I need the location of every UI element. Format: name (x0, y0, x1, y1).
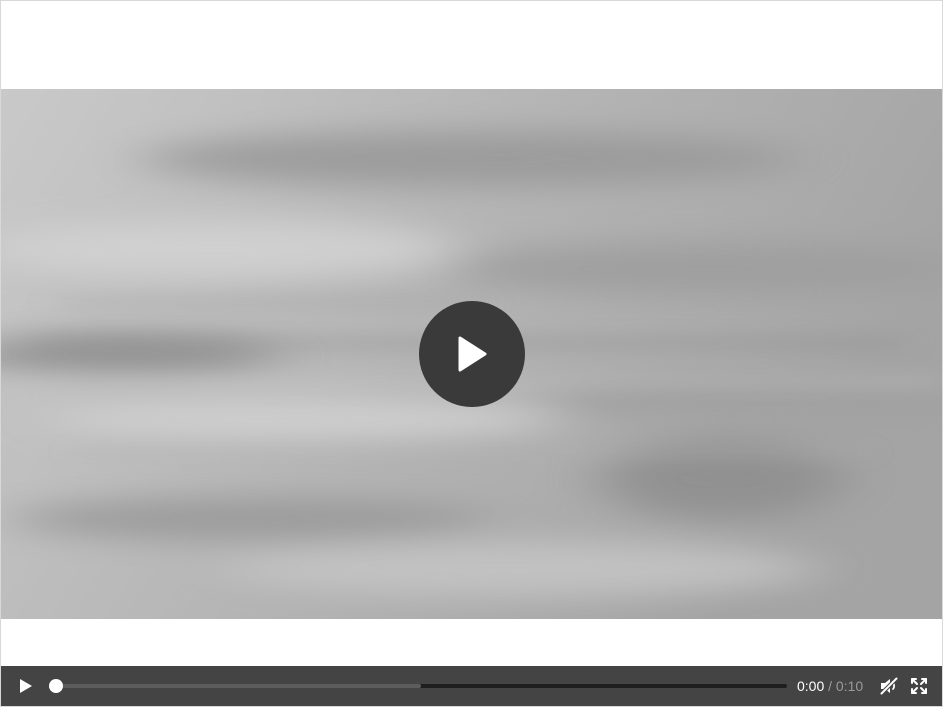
big-play-button[interactable] (419, 301, 525, 407)
current-time: 0:00 (797, 678, 825, 694)
fullscreen-icon (911, 678, 927, 694)
seek-thumb[interactable] (49, 679, 63, 693)
seek-bar[interactable] (49, 679, 787, 693)
duration: 0:10 (835, 678, 864, 694)
play-circle-icon (458, 336, 487, 372)
video-player: 0:00 / 0:10 (0, 0, 943, 707)
control-bar: 0:00 / 0:10 (1, 666, 942, 706)
volume-muted-icon (879, 676, 899, 696)
time-display: 0:00 / 0:10 (797, 678, 863, 694)
play-icon (20, 679, 32, 693)
mute-button[interactable] (877, 674, 901, 698)
fullscreen-button[interactable] (907, 674, 931, 698)
time-separator: / (828, 678, 833, 694)
play-button[interactable] (13, 674, 37, 698)
seek-buffered (55, 684, 421, 688)
